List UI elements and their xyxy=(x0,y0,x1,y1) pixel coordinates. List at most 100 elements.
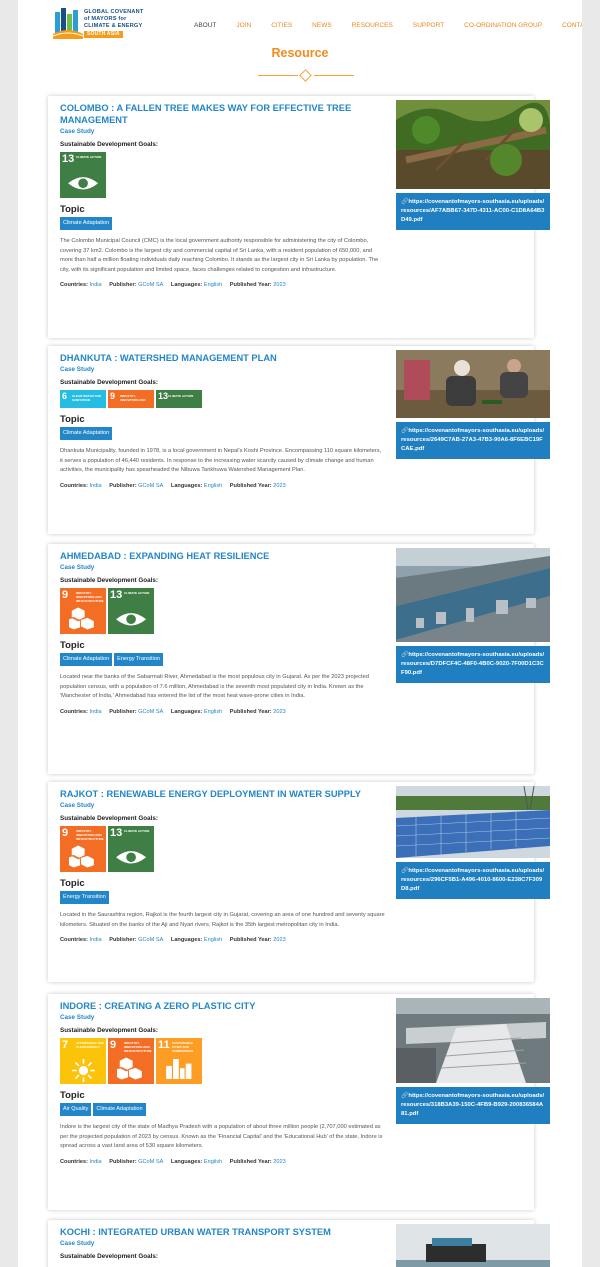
water-boat-photo[interactable] xyxy=(396,1224,550,1267)
year-link[interactable]: 2023 xyxy=(273,709,285,715)
sdg-badge[interactable]: 9 INDUSTRY, INNOVATION AND INFRASTRUCTUR… xyxy=(60,588,106,634)
river-city-photo[interactable] xyxy=(396,548,550,642)
topic-list: Air Quality Climate Adaptation xyxy=(60,1103,385,1116)
card-body: COLOMBO : A FALLEN TREE MAKES WAY FOR EF… xyxy=(60,102,385,288)
card-title[interactable]: INDORE : CREATING A ZERO PLASTIC CITY xyxy=(60,1000,385,1012)
country-link[interactable]: India xyxy=(90,709,102,715)
language-link[interactable]: English xyxy=(204,282,222,288)
topic-tag[interactable]: Energy Transition xyxy=(60,891,109,904)
topic-tag[interactable]: Climate Adaptation xyxy=(60,427,113,440)
country-link[interactable]: India xyxy=(90,282,102,288)
sdg-list: 7 AFFORDABLE AND CLEAN ENERGY 9 INDUSTRY… xyxy=(60,1038,385,1084)
pdf-download-link[interactable]: 🔗https://covenantofmayors-southasia.eu/u… xyxy=(396,862,550,899)
card-body: INDORE : CREATING A ZERO PLASTIC CITY Ca… xyxy=(60,1000,385,1165)
countries-label: Countries: India xyxy=(60,708,102,715)
gcom-logo[interactable]: GLOBAL COVENANT of MAYORS for CLIMATE & … xyxy=(52,6,167,42)
language-link[interactable]: English xyxy=(204,937,222,943)
language-link[interactable]: English xyxy=(204,709,222,715)
logo-line: of MAYORS for xyxy=(84,16,127,22)
nav-cities[interactable]: CITIES xyxy=(271,22,292,30)
country-link[interactable]: India xyxy=(90,1159,102,1165)
nav-coordination-group[interactable]: CO-ORDINATION GROUP xyxy=(464,22,542,30)
card-title[interactable]: COLOMBO : A FALLEN TREE MAKES WAY FOR EF… xyxy=(60,102,385,126)
card-title[interactable]: RAJKOT : RENEWABLE ENERGY DEPLOYMENT IN … xyxy=(60,788,385,800)
solar-panels-photo[interactable] xyxy=(396,786,550,858)
year-link[interactable]: 2023 xyxy=(273,1159,285,1165)
publisher-link[interactable]: GCoM SA xyxy=(138,483,163,489)
topic-heading: Topic xyxy=(60,878,85,889)
sdg-title: CLEAN WATER AND SANITATION xyxy=(72,394,101,402)
sdg-title: AFFORDABLE AND CLEAN ENERGY xyxy=(76,1041,104,1049)
sdg-title: CLIMATE ACTION xyxy=(76,155,102,159)
nav-about[interactable]: ABOUT xyxy=(194,22,216,30)
nav-contact[interactable]: CONTACT xyxy=(562,22,582,30)
site-header: GLOBAL COVENANT of MAYORS for CLIMATE & … xyxy=(18,0,582,46)
pdf-download-link[interactable]: 🔗https://covenantofmayors-southasia.eu/u… xyxy=(396,422,550,459)
topic-tag[interactable]: Air Quality xyxy=(60,1103,92,1116)
sdg-badge[interactable]: 9 INDUSTRY, INNOVATION AND INFRASTRUCTUR… xyxy=(108,1038,154,1084)
countries-label: Countries: India xyxy=(60,282,102,289)
sdg-number: 13 xyxy=(62,153,75,165)
sdg-badge[interactable]: 6 CLEAN WATER AND SANITATION xyxy=(60,390,106,408)
sdg-number: 9 xyxy=(62,827,69,839)
pdf-download-link[interactable]: 🔗https://covenantofmayors-southasia.eu/u… xyxy=(396,646,550,683)
year-label: Published Year: 2023 xyxy=(229,482,286,489)
country-link[interactable]: India xyxy=(90,483,102,489)
sdg-heading: Sustainable Development Goals: xyxy=(60,1027,158,1034)
plastic-facility-photo[interactable] xyxy=(396,998,550,1083)
topic-tag[interactable]: Climate Adaptation xyxy=(60,653,113,666)
year-link[interactable]: 2023 xyxy=(273,483,285,489)
cubes-icon xyxy=(69,845,95,869)
card-title[interactable]: DHANKUTA : WATERSHED MANAGEMENT PLAN xyxy=(60,352,385,364)
nav-news[interactable]: NEWS xyxy=(312,22,332,30)
topic-heading: Topic xyxy=(60,1090,85,1101)
year-link[interactable]: 2023 xyxy=(273,937,285,943)
sdg-list: 6 CLEAN WATER AND SANITATION 9 INDUSTRY,… xyxy=(60,390,385,408)
topic-tag[interactable]: Energy Transition xyxy=(114,653,163,666)
sdg-badge[interactable]: 13 CLIMATE ACTION xyxy=(108,826,154,872)
resource-type: Case Study xyxy=(60,128,95,135)
publisher-link[interactable]: GCoM SA xyxy=(138,937,163,943)
sdg-heading: Sustainable Development Goals: xyxy=(60,1253,158,1260)
topic-tag[interactable]: Climate Adaptation xyxy=(60,217,113,230)
publisher-link[interactable]: GCoM SA xyxy=(138,1159,163,1165)
sdg-title: CLIMATE ACTION xyxy=(124,591,150,595)
nav-join[interactable]: JOIN xyxy=(236,22,251,30)
card-description: The Colombo Municipal Council (CMC) is t… xyxy=(60,238,379,273)
card-title[interactable]: AHMEDABAD : EXPANDING HEAT RESILIENCE xyxy=(60,550,385,562)
sdg-title: INDUSTRY, INNOVATION AND INFRASTRUCTURE xyxy=(120,394,148,403)
language-link[interactable]: English xyxy=(204,483,222,489)
people-planting-photo[interactable] xyxy=(396,350,550,418)
sdg-badge[interactable]: 13 CLIMATE ACTION xyxy=(156,390,202,408)
card-title[interactable]: KOCHI : INTEGRATED URBAN WATER TRANSPORT… xyxy=(60,1226,385,1238)
logo-line: CLIMATE & ENERGY xyxy=(84,23,143,29)
sdg-badge[interactable]: 9 INDUSTRY, INNOVATION AND INFRASTRUCTUR… xyxy=(108,390,154,408)
card-media: 🔗https://covenantofmayors-southasia.eu/u… xyxy=(396,100,550,230)
card-meta: Countries: India Publisher: GCoM SA Lang… xyxy=(60,483,385,489)
resource-card: INDORE : CREATING A ZERO PLASTIC CITY Ca… xyxy=(48,994,550,1210)
language-link[interactable]: English xyxy=(204,1159,222,1165)
pdf-download-link[interactable]: 🔗https://covenantofmayors-southasia.eu/u… xyxy=(396,1087,550,1124)
sdg-title: SUSTAINABLE CITIES AND COMMUNITIES xyxy=(172,1041,194,1053)
resource-card: COLOMBO : A FALLEN TREE MAKES WAY FOR EF… xyxy=(48,96,550,338)
year-label: Published Year: 2023 xyxy=(229,282,286,289)
topic-tag[interactable]: Climate Adaptation xyxy=(93,1103,146,1116)
pdf-url: https://covenantofmayors-southasia.eu/up… xyxy=(401,868,545,892)
sdg-number: 11 xyxy=(158,1039,170,1051)
pdf-download-link[interactable]: 🔗https://covenantofmayors-southasia.eu/u… xyxy=(396,193,550,230)
sdg-badge[interactable]: 11 SUSTAINABLE CITIES AND COMMUNITIES xyxy=(156,1038,202,1084)
year-link[interactable]: 2023 xyxy=(273,282,285,288)
sdg-badge[interactable]: 13 CLIMATE ACTION xyxy=(108,588,154,634)
sdg-badge[interactable]: 7 AFFORDABLE AND CLEAN ENERGY xyxy=(60,1038,106,1084)
sdg-heading: Sustainable Development Goals: xyxy=(60,379,158,386)
publisher-link[interactable]: GCoM SA xyxy=(138,709,163,715)
publisher-link[interactable]: GCoM SA xyxy=(138,282,163,288)
sdg-badge[interactable]: 13 CLIMATE ACTION xyxy=(60,152,106,198)
sdg-badge[interactable]: 9 INDUSTRY, INNOVATION AND INFRASTRUCTUR… xyxy=(60,826,106,872)
fallen-tree-photo[interactable] xyxy=(396,100,550,189)
nav-support[interactable]: SUPPORT xyxy=(413,22,444,30)
nav-resources[interactable]: RESOURCES xyxy=(352,22,393,30)
country-link[interactable]: India xyxy=(90,937,102,943)
page: GLOBAL COVENANT of MAYORS for CLIMATE & … xyxy=(18,0,582,1267)
resource-type: Case Study xyxy=(60,1240,95,1247)
